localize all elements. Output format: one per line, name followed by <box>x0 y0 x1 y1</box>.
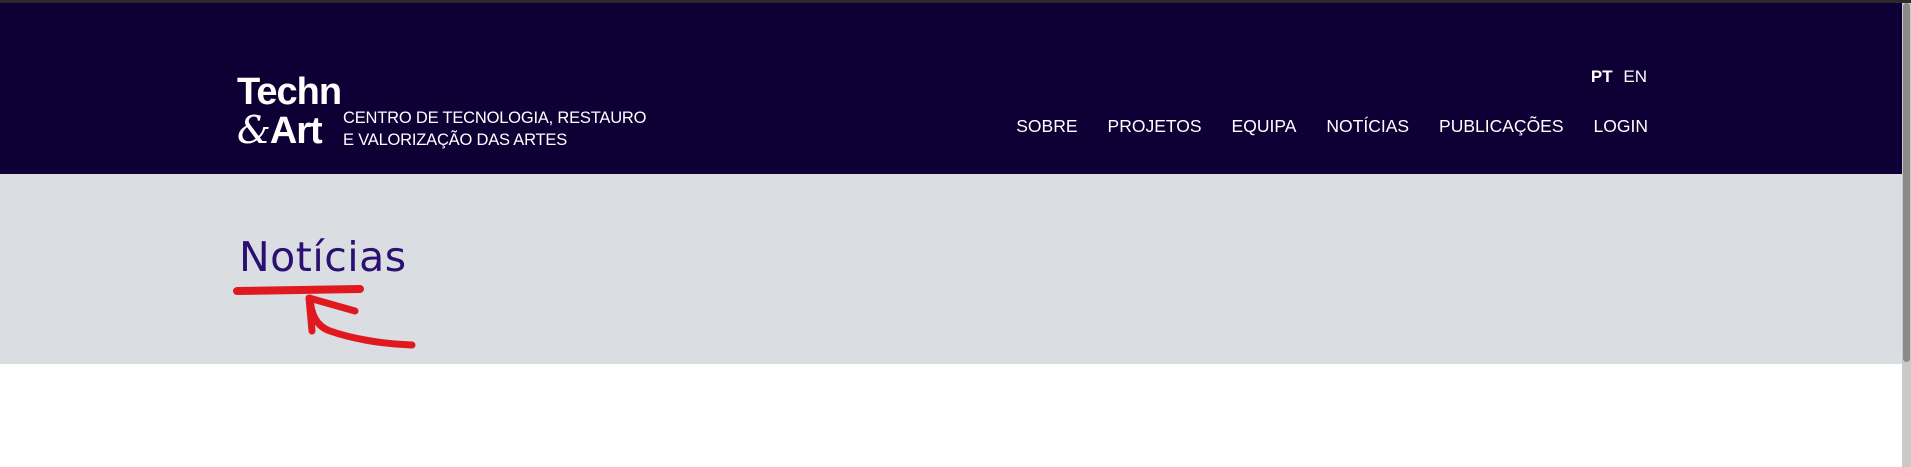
logo-description-line-2: E VALORIZAÇÃO DAS ARTES <box>343 131 568 149</box>
annotation-arrow-head <box>305 294 359 335</box>
annotation-arrow-shaft <box>306 294 416 349</box>
main-nav: SOBRE PROJETOS EQUIPA NOTÍCIAS PUBLICAÇÕ… <box>1016 116 1648 137</box>
nav-item-projetos[interactable]: PROJETOS <box>1108 116 1202 137</box>
logo-ampersand: & <box>237 108 271 152</box>
nav-item-login[interactable]: LOGIN <box>1594 116 1648 137</box>
logo-art-text: Art <box>269 110 323 152</box>
page-content <box>0 364 1902 467</box>
page: Techn &Art CENTRO DE TECNOLOGIA, RESTAUR… <box>0 0 1911 467</box>
page-title: Notícias <box>239 233 407 281</box>
site-header: Techn &Art CENTRO DE TECNOLOGIA, RESTAUR… <box>0 3 1902 174</box>
nav-item-publicacoes[interactable]: PUBLICAÇÕES <box>1439 116 1563 137</box>
language-switcher: PT EN <box>1585 67 1647 87</box>
vertical-scrollbar[interactable] <box>1902 3 1911 467</box>
logo-description: CENTRO DE TECNOLOGIA, RESTAURO E VALORIZ… <box>343 107 646 151</box>
logo-wordmark-techn: Techn <box>237 71 342 113</box>
annotation-underline <box>233 285 364 295</box>
logo-description-line-1: CENTRO DE TECNOLOGIA, RESTAURO <box>343 109 647 127</box>
nav-item-equipa[interactable]: EQUIPA <box>1232 116 1297 137</box>
page-hero: Notícias <box>0 174 1902 364</box>
nav-item-sobre[interactable]: SOBRE <box>1016 116 1077 137</box>
language-pt[interactable]: PT <box>1591 67 1613 86</box>
logo-wordmark-art: &Art <box>237 108 323 152</box>
language-en[interactable]: EN <box>1623 67 1647 86</box>
nav-item-noticias[interactable]: NOTÍCIAS <box>1326 116 1409 137</box>
scrollbar-thumb[interactable] <box>1903 3 1910 362</box>
